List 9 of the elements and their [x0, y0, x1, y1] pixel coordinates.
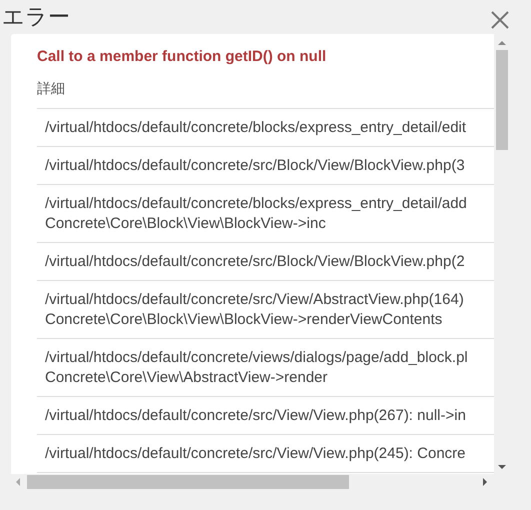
error-message: Call to a member function getID() on null [37, 48, 328, 65]
details-label: 詳細 [37, 80, 66, 98]
trace-entry: /virtual/htdocs/default/concrete/blocks/express_entry_detail/edit [37, 109, 494, 147]
trace-entry: /virtual/htdocs/default/concrete/src/View/View.php(245): Concre [37, 435, 494, 473]
close-icon[interactable] [491, 11, 509, 29]
trace-entry: /virtual/htdocs/default/concrete/src/Block/View/BlockView.php(2 [37, 243, 494, 281]
trace-entry: /virtual/htdocs/default/concrete/src/Block/View/BlockView.php(3 [37, 147, 494, 185]
dialog-title: エラー [2, 4, 70, 32]
trace-entry: /virtual/htdocs/default/concrete/src/View/View.php(267): null->in [37, 397, 494, 435]
